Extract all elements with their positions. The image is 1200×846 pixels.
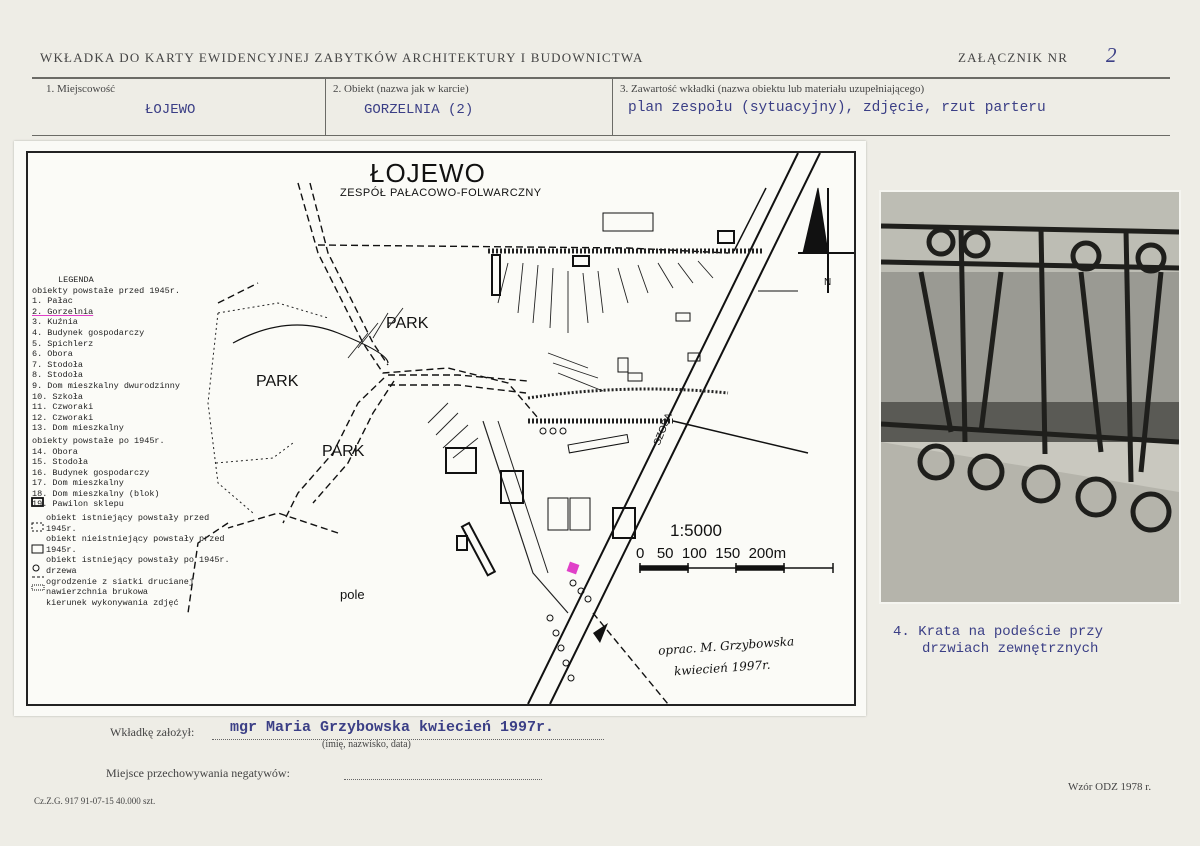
legend-before-list: 1. Pałac 2. Gorzelnia 3. Kuźnia 4. Budynek …	[32, 296, 232, 434]
header-rule	[32, 77, 1170, 79]
legend-before-item: 4. Budynek gospodarczy	[32, 327, 145, 338]
legend-after-item: 15. Stodoła	[32, 457, 89, 468]
railing-photo-image	[881, 192, 1179, 602]
railing-photo	[879, 190, 1181, 604]
legend-after-item: 16. Budynek gospodarczy	[32, 467, 150, 478]
founder-hint: (imię, nazwisko, data)	[322, 739, 411, 750]
content-label: 3. Zawartość wkładki (nazwa obiektu lub …	[620, 83, 925, 95]
negatives-dotted-line	[344, 778, 542, 780]
object-label: 2. Obiekt (nazwa jak w karcie)	[333, 83, 469, 95]
locality-value: ŁOJEWO	[145, 102, 196, 118]
field-divider-1	[325, 78, 326, 136]
park-label-2: PARK	[256, 373, 299, 390]
photo-caption-line-1: 4. Krata na podeście przy	[893, 624, 1104, 640]
legend-after-list: 14. Obora 15. Stodoła 16. Budynek gospodar…	[32, 447, 232, 511]
photo-caption-line-2: drzwiach zewnętrznych	[922, 641, 1099, 657]
building-14b	[547, 497, 569, 531]
buildings-post1945	[547, 212, 701, 531]
legend-symbol-item: kierunek wykonywania zdjęć	[46, 597, 179, 608]
locality-label: 1. Miejscowość	[46, 83, 116, 95]
legend-before-item: 2. Gorzelnia	[32, 306, 94, 317]
legend-before-item: 1. Pałac	[32, 296, 73, 307]
founder-value: mgr Maria Grzybowska kwiecień 1997r.	[230, 719, 555, 736]
field-label: pole	[340, 587, 365, 602]
map-legend: LEGENDA obiekty powstałe przed 1945r. 1.…	[32, 275, 232, 608]
building-12	[491, 254, 501, 296]
legend-after-item: 17. Dom mieszkalny	[32, 478, 124, 489]
site-plan-card: ŁOJEWO ZESPÓŁ PAŁACOWO-FOLWARCZNY PARK P…	[14, 141, 866, 716]
legend-symbol-item: drzewa	[46, 566, 77, 577]
legend-before-item: 5. Spichlerz	[32, 338, 94, 349]
object-value: GORZELNIA (2)	[364, 102, 474, 118]
legend-title: LEGENDA	[58, 275, 94, 285]
site-plan-frame: ŁOJEWO ZESPÓŁ PAŁACOWO-FOLWARCZNY PARK P…	[26, 151, 856, 706]
map-subtitle: ZESPÓŁ PAŁACOWO-FOLWARCZNY	[340, 187, 542, 199]
park-path	[232, 324, 389, 364]
legend-before-item: 7. Stodoła	[32, 359, 84, 370]
legend-symbol-item: obiekt istniejący powstały przed 1945r.	[46, 513, 210, 534]
building-2-distillery	[566, 561, 580, 575]
print-info: Cz.Z.G. 917 91-07-15 40.000 szt.	[34, 796, 156, 806]
building-17	[602, 212, 654, 232]
main-road	[527, 153, 821, 704]
building-14	[567, 434, 630, 454]
legend-before-item: 11. Czworaki	[32, 402, 94, 413]
dashed-lanes	[187, 182, 729, 704]
scale-ticks: 0 50 100 150 200m	[636, 545, 787, 562]
legend-after-item: 18. Dom mieszkalny (blok)	[32, 488, 160, 499]
north-label: N	[824, 277, 832, 288]
park-label-3: PARK	[322, 443, 365, 460]
building-10	[717, 230, 735, 244]
fields-rule	[32, 135, 1170, 136]
content-value: plan zespołu (sytuacyjny), zdjęcie, rzut…	[628, 100, 1046, 116]
legend-before-item: 13. Dom mieszkalny	[32, 423, 124, 434]
scale-bar	[639, 563, 834, 573]
building-3	[456, 535, 468, 551]
negatives-label: Miejsce przechowywania negatywów:	[106, 766, 290, 780]
legend-symbol-item: nawierzchnia brukowa	[46, 587, 149, 598]
form-title: WKŁADKA DO KARTY EWIDENCYJNEJ ZABYTKÓW A…	[40, 50, 644, 65]
legend-before-header: obiekty powstałe przed 1945r.	[32, 285, 180, 296]
building-14c	[569, 497, 591, 531]
legend-after-item: 19. Pawilon sklepu	[32, 499, 124, 510]
legend-before-item: 12. Czworaki	[32, 412, 94, 423]
form-model: Wzór ODZ 1978 r.	[1068, 781, 1152, 793]
photo-direction-arrow	[593, 623, 608, 643]
tree-row	[539, 427, 592, 682]
legend-before-item: 9. Dom mieszkalny dwurodzinny	[32, 380, 180, 391]
attachment-number: 2	[1106, 43, 1117, 67]
park-label-1: PARK	[386, 315, 429, 332]
legend-symbol-item: ogrodzenie z siatki drucianej	[46, 576, 194, 587]
building-11	[572, 255, 590, 267]
legend-before-item: 3. Kuźnia	[32, 317, 78, 328]
scale-ratio: 1:5000	[670, 521, 722, 540]
legend-before-item: 6. Obora	[32, 349, 73, 360]
field-divider-2	[612, 78, 613, 136]
legend-symbol-item: obiekt nieistniejący powstały przed 1945…	[46, 534, 225, 555]
attachment-label: ZAŁĄCZNIK NR	[958, 50, 1069, 65]
legend-after-item: 14. Obora	[32, 446, 78, 457]
legend-before-item: 8. Stodoła	[32, 370, 84, 381]
map-title: ŁOJEWO	[370, 158, 486, 188]
legend-before-item: 10. Szkoła	[32, 391, 84, 402]
legend-after-header: obiekty powstałe po 1945r.	[32, 435, 165, 446]
legend-symbol-item: obiekt istniejący powstały po 1945r.	[46, 555, 230, 566]
founder-label: Wkładkę założył:	[110, 725, 195, 739]
legend-symbols-list: obiekt istniejący powstały przed 1945r. o…	[32, 513, 232, 608]
